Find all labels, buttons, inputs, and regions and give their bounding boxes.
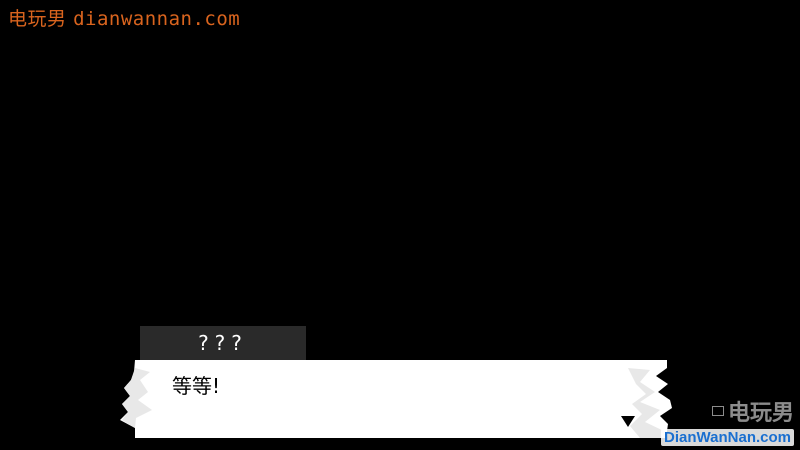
dialogue-text: 等等! bbox=[172, 374, 221, 398]
dialogue-box[interactable]: ??? 等等! bbox=[0, 0, 800, 450]
dialogue-box-shape bbox=[120, 360, 672, 438]
bottom-watermark: 电玩男 DianWanNan.com bbox=[661, 395, 794, 446]
bottom-watermark-logo: 电玩男 bbox=[661, 395, 794, 427]
speaker-name-tab: ??? bbox=[140, 326, 306, 360]
triangle-down-icon[interactable] bbox=[621, 416, 635, 427]
bottom-watermark-cn: 电玩男 bbox=[727, 401, 794, 426]
bottom-watermark-url: DianWanNan.com bbox=[661, 429, 794, 446]
logo-icon bbox=[711, 406, 724, 416]
